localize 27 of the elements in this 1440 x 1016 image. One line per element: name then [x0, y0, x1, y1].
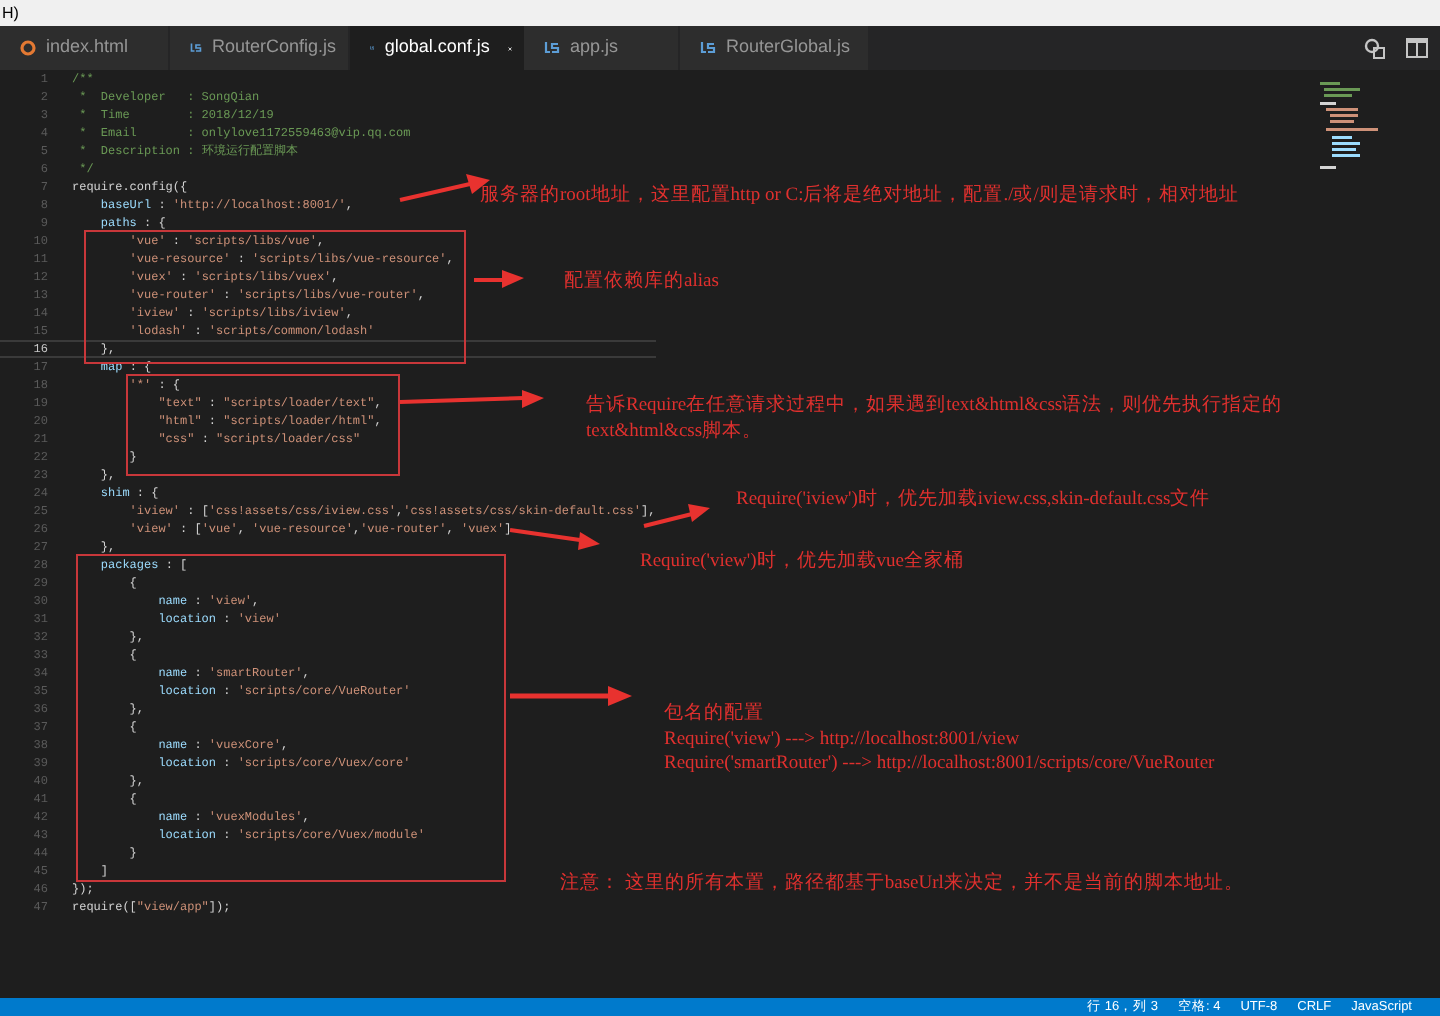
arrow — [509, 528, 600, 550]
editor-tab[interactable]: RouterConfig.js — [170, 26, 350, 70]
annotation-text: text&html&css脚本。 — [586, 419, 765, 444]
annotation-text: Require('view') ---> http://localhost:8001/view — [664, 727, 1022, 752]
arrow — [510, 686, 632, 706]
arrow — [474, 270, 524, 288]
editor-tab[interactable]: app.js — [524, 26, 680, 70]
menu-text: H) — [2, 5, 19, 21]
annotation-text: 配置依赖库的alias — [564, 270, 719, 295]
editor-tab[interactable]: index.html — [0, 26, 170, 70]
html-file-icon — [20, 40, 36, 56]
compare-icon[interactable] — [1362, 36, 1386, 60]
js-file-icon — [544, 40, 560, 56]
annotation-text: Require('iview')时，优先加载iview.css,skin-default.css文件 — [736, 488, 1211, 513]
annotation-text: Require('view')时，优先加载vue全家桶 — [640, 550, 965, 575]
minimap[interactable] — [1320, 82, 1380, 174]
arrow — [643, 504, 710, 528]
js-file-icon — [190, 40, 202, 56]
js-file-icon — [700, 40, 716, 56]
annotation-text: 注意： 这里的所有本置，路径都基于baseUrl来决定，并不是当前的脚本地址。 — [560, 872, 1244, 897]
annotation-text: 告诉Require在任意请求过程中，如果遇到text&html&css语法，则优先执行指定的 — [586, 394, 1283, 419]
annotation-text: 包名的配置 — [664, 702, 766, 727]
editor-tab[interactable]: RouterGlobal.js — [680, 26, 870, 70]
annotation-text: 服务器的root地址，这里配置http or C:后将是绝对地址，配置./或/则是请求时，相对地址 — [480, 184, 1239, 209]
annotation-text: Require('smartRouter') ---> http://localhost:8001/scripts/core/VueRouter — [664, 752, 1215, 777]
editor-tab[interactable]: global.conf.js — [350, 26, 524, 70]
split-editor-icon[interactable] — [1406, 38, 1428, 58]
